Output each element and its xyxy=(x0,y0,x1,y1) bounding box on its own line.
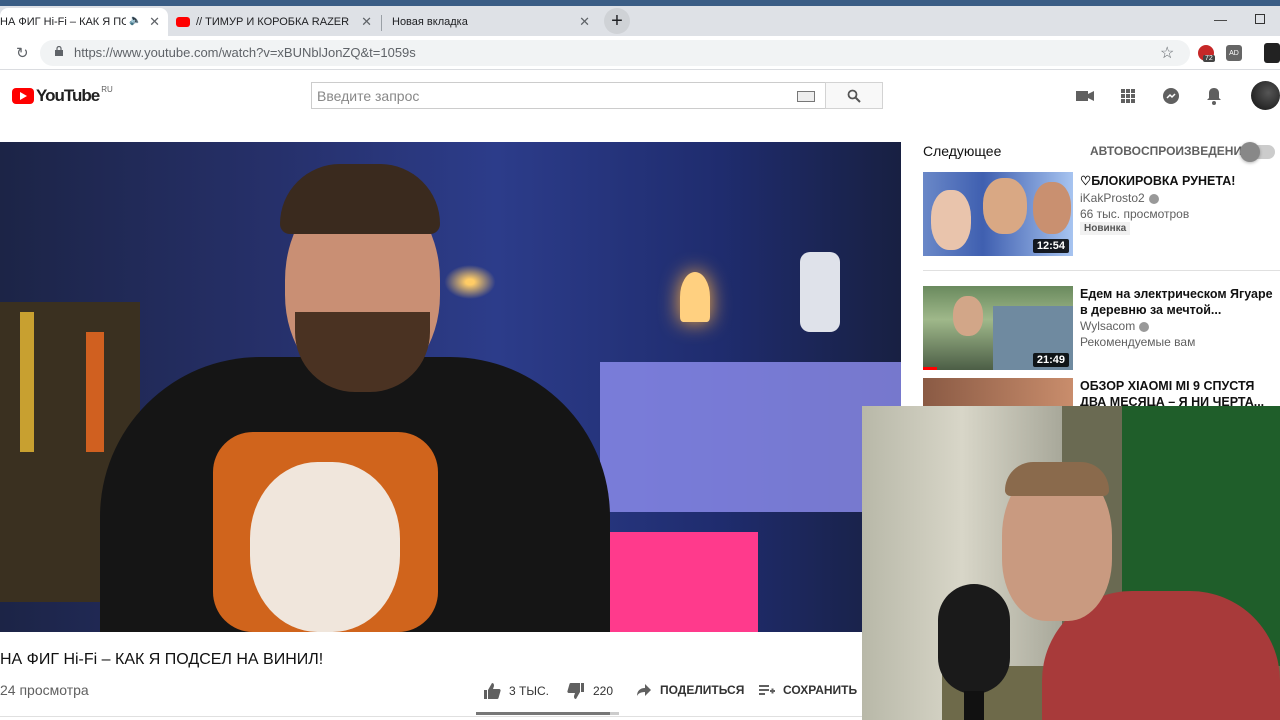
youtube-favicon-icon xyxy=(176,17,190,27)
rating-bar-fill xyxy=(476,712,611,715)
channel-name: iKakProsto2 xyxy=(1080,191,1145,205)
extension-badge: 72 xyxy=(1203,55,1215,62)
sidebar-thumbnail[interactable] xyxy=(923,378,1073,406)
sidebar-thumbnail[interactable]: 12:54 xyxy=(923,172,1073,256)
streamer-hair xyxy=(1005,462,1109,496)
watched-progress xyxy=(923,367,937,370)
logo-text: YouTube xyxy=(36,86,100,105)
autoplay-label: АВТОВОСПРОИЗВЕДЕНИЕ xyxy=(1090,144,1251,158)
speaker-icon[interactable]: 🔈 xyxy=(129,15,141,26)
bookmark-star-icon[interactable]: ☆ xyxy=(1160,43,1174,63)
sidebar-recommended: Рекомендуемые вам xyxy=(1080,335,1196,349)
dislike-button[interactable]: 220 xyxy=(567,683,613,699)
duration-badge: 12:54 xyxy=(1032,239,1069,253)
thumb-face xyxy=(1033,182,1071,234)
restore-icon[interactable] xyxy=(1255,14,1265,24)
save-button[interactable]: СОХРАНИТЬ xyxy=(759,683,857,697)
sidebar-video-title[interactable]: Едем на электрическом Ягуаре в деревню з… xyxy=(1080,286,1275,318)
thumb-face xyxy=(953,296,983,336)
sidebar-views: 66 тыс. просмотров xyxy=(1080,207,1190,221)
like-count: 3 ТЫС. xyxy=(509,684,549,698)
apps-grid-icon[interactable] xyxy=(1118,86,1138,106)
thumbs-up-icon xyxy=(484,683,501,699)
new-badge: Новинка xyxy=(1080,222,1131,235)
sidebar-channel[interactable]: iKakProsto2 xyxy=(1080,191,1159,205)
verified-icon xyxy=(1139,321,1150,332)
thumb-face xyxy=(931,190,971,250)
video-title: НА ФИГ Hi-Fi – КАК Я ПОДСЕЛ НА ВИНИЛ! xyxy=(0,651,324,668)
divider xyxy=(0,716,862,717)
pink-light xyxy=(598,532,758,632)
keyboard-icon[interactable] xyxy=(797,91,815,102)
webcam-overlay xyxy=(862,406,1280,720)
logo-region: RU xyxy=(101,84,113,94)
account-avatar[interactable] xyxy=(1251,81,1280,110)
book xyxy=(86,332,104,452)
dislike-count: 220 xyxy=(593,684,614,698)
share-label: ПОДЕЛИТЬСЯ xyxy=(660,683,745,697)
verified-icon xyxy=(1148,193,1159,204)
lit-cabinet xyxy=(600,362,901,512)
microphone-icon xyxy=(938,584,1010,694)
up-next-heading: Следующее xyxy=(923,143,1002,159)
tab-video[interactable]: НА ФИГ Hi-Fi – КАК Я ПО 🔈 ✕ xyxy=(0,8,168,36)
share-arrow-icon xyxy=(637,684,651,696)
fairy-lights xyxy=(440,262,500,302)
thumb-face xyxy=(983,178,1027,234)
view-count: 24 просмотра xyxy=(0,682,89,698)
lamp xyxy=(680,272,710,322)
tab-title: Новая вкладка xyxy=(392,16,468,28)
tab-razer[interactable]: // ТИМУР И КОРОБКА RAZER ЗА ✕ xyxy=(170,8,380,36)
sidebar-channel[interactable]: Wylsacom xyxy=(1080,319,1150,333)
search-placeholder: Введите запрос xyxy=(317,88,420,104)
extension-icon[interactable]: AD xyxy=(1226,45,1242,61)
presenter-hair xyxy=(280,164,440,234)
add-to-playlist-icon xyxy=(759,685,775,695)
search-button[interactable] xyxy=(825,82,883,109)
close-tab-icon[interactable]: ✕ xyxy=(361,15,372,28)
share-button[interactable]: ПОДЕЛИТЬСЯ xyxy=(636,683,744,697)
video-player[interactable] xyxy=(0,142,901,632)
close-tab-icon[interactable]: ✕ xyxy=(149,15,160,28)
sidebar-video-title[interactable]: ♡БЛОКИРОВКА РУНЕТА! xyxy=(1080,173,1275,189)
upload-video-icon[interactable] xyxy=(1075,86,1095,106)
notifications-bell-icon[interactable] xyxy=(1204,86,1224,106)
messages-icon[interactable] xyxy=(1161,86,1181,106)
channel-name: Wylsacom xyxy=(1080,319,1136,333)
save-label: СОХРАНИТЬ xyxy=(783,683,858,697)
tab-strip: НА ФИГ Hi-Fi – КАК Я ПО 🔈 ✕ // ТИМУР И К… xyxy=(0,6,1280,36)
youtube-logo[interactable]: YouTube RU xyxy=(12,84,113,106)
new-tab-button[interactable]: + xyxy=(604,8,630,34)
youtube-play-icon xyxy=(12,88,34,104)
tab-title: НА ФИГ Hi-Fi – КАК Я ПО xyxy=(0,16,126,28)
tshirt-face-print xyxy=(250,462,400,632)
speaker-object xyxy=(800,252,840,332)
sidebar-thumbnail[interactable]: 21:49 xyxy=(923,286,1073,370)
reload-icon[interactable]: ↻ xyxy=(16,44,29,62)
close-tab-icon[interactable]: ✕ xyxy=(579,15,590,28)
thumbs-down-icon xyxy=(567,683,584,699)
profile-avatar[interactable] xyxy=(1264,43,1280,63)
divider xyxy=(923,270,1280,271)
lock-icon[interactable] xyxy=(55,46,63,56)
mic-stand xyxy=(964,691,984,720)
url-text[interactable]: https://www.youtube.com/watch?v=xBUNblJo… xyxy=(74,45,416,60)
search-icon xyxy=(847,89,861,103)
tab-title: // ТИМУР И КОРОБКА RAZER ЗА xyxy=(196,16,351,28)
duration-badge: 21:49 xyxy=(1032,353,1069,367)
autoplay-toggle-knob[interactable] xyxy=(1240,142,1260,162)
book xyxy=(20,312,34,452)
tab-new[interactable]: Новая вкладка ✕ xyxy=(386,8,598,36)
like-button[interactable]: 3 ТЫС. xyxy=(483,683,549,699)
minimize-icon[interactable]: — xyxy=(1214,12,1227,27)
tab-separator xyxy=(381,15,382,31)
